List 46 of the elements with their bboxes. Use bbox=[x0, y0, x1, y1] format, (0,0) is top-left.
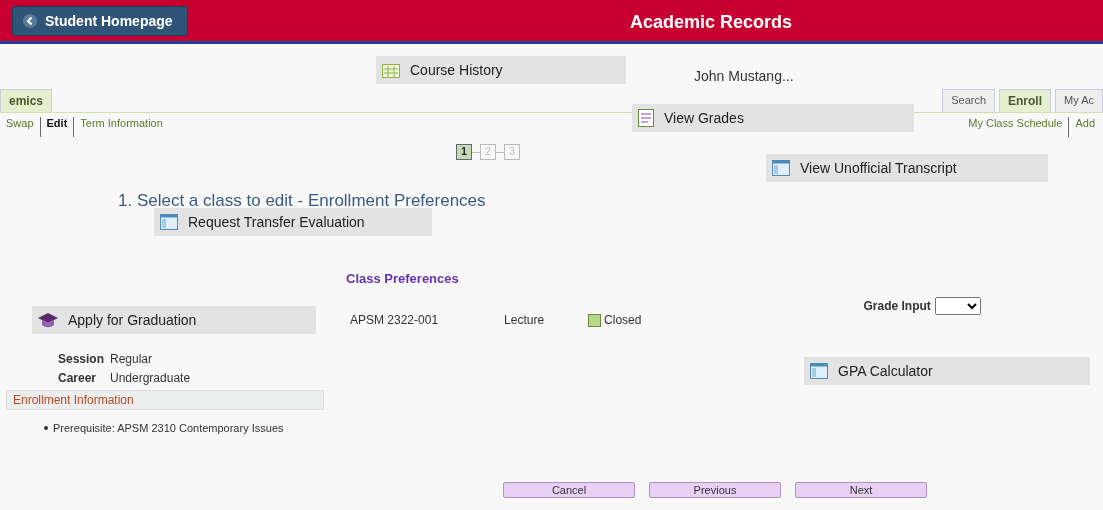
page-title: Academic Records bbox=[630, 12, 793, 33]
enrollment-information-header: Enrollment Information bbox=[6, 390, 324, 410]
bullet-icon bbox=[44, 426, 48, 430]
back-icon bbox=[23, 13, 37, 28]
nav-button[interactable]: Previous bbox=[649, 482, 781, 498]
window-icon bbox=[160, 214, 178, 230]
document-icon bbox=[638, 109, 654, 127]
closed-status-icon bbox=[588, 313, 602, 327]
class-status: Closed bbox=[604, 313, 642, 327]
academics-tab[interactable]: emics bbox=[0, 89, 53, 112]
menu-item[interactable]: View Unofficial Transcript bbox=[766, 154, 1048, 182]
menu-item[interactable]: Course History bbox=[376, 56, 626, 84]
breadcrumb-link[interactable]: Edit bbox=[39, 117, 68, 137]
step-indicator: 2 bbox=[480, 144, 496, 160]
grade-input-label: Grade Input bbox=[863, 299, 931, 313]
class-component: Lecture bbox=[504, 313, 545, 327]
detail-label: Career bbox=[58, 371, 98, 387]
step-indicator: 1 bbox=[456, 144, 472, 160]
nav-link[interactable]: My Class Schedule bbox=[968, 117, 1063, 137]
section-title: Class Preferences bbox=[346, 271, 460, 286]
calendar-icon bbox=[382, 62, 400, 78]
detail-label: Session bbox=[58, 352, 102, 368]
nav-link[interactable]: Add bbox=[1068, 117, 1095, 137]
menu-item[interactable]: View Grades bbox=[632, 104, 914, 132]
window-icon bbox=[772, 160, 790, 176]
student-homepage-button[interactable]: Student Homepage bbox=[12, 5, 188, 36]
menu-item[interactable]: Apply for Graduation bbox=[32, 306, 316, 334]
grade-input-select[interactable] bbox=[934, 297, 981, 315]
menu-item[interactable]: Request Transfer Evaluation bbox=[154, 208, 432, 236]
nav-button[interactable]: Cancel bbox=[503, 482, 635, 498]
graduation-cap-icon bbox=[38, 312, 58, 328]
nav-button[interactable]: Next bbox=[795, 482, 927, 498]
menu-item[interactable]: GPA Calculator bbox=[804, 357, 1090, 385]
nav-tab[interactable]: Search bbox=[942, 89, 996, 112]
breadcrumb-link[interactable]: Swap bbox=[6, 117, 34, 137]
window-icon bbox=[810, 363, 828, 379]
breadcrumb-link[interactable]: Term Information bbox=[73, 117, 163, 137]
nav-tab[interactable]: My Ac bbox=[1055, 89, 1103, 112]
detail-value: Regular bbox=[110, 352, 153, 368]
prerequisite-text: Prerequisite: APSM 2310 Contemporary Issues bbox=[53, 422, 284, 434]
class-number: APSM 2322-001 bbox=[350, 313, 439, 327]
nav-tab[interactable]: Enroll bbox=[999, 89, 1052, 112]
user-name: John Mustang... bbox=[694, 68, 794, 84]
step-indicator: 3 bbox=[504, 144, 520, 160]
step-heading: 1. Select a class to edit - Enrollment Preferences bbox=[118, 191, 486, 211]
detail-value: Undergraduate bbox=[110, 371, 191, 387]
